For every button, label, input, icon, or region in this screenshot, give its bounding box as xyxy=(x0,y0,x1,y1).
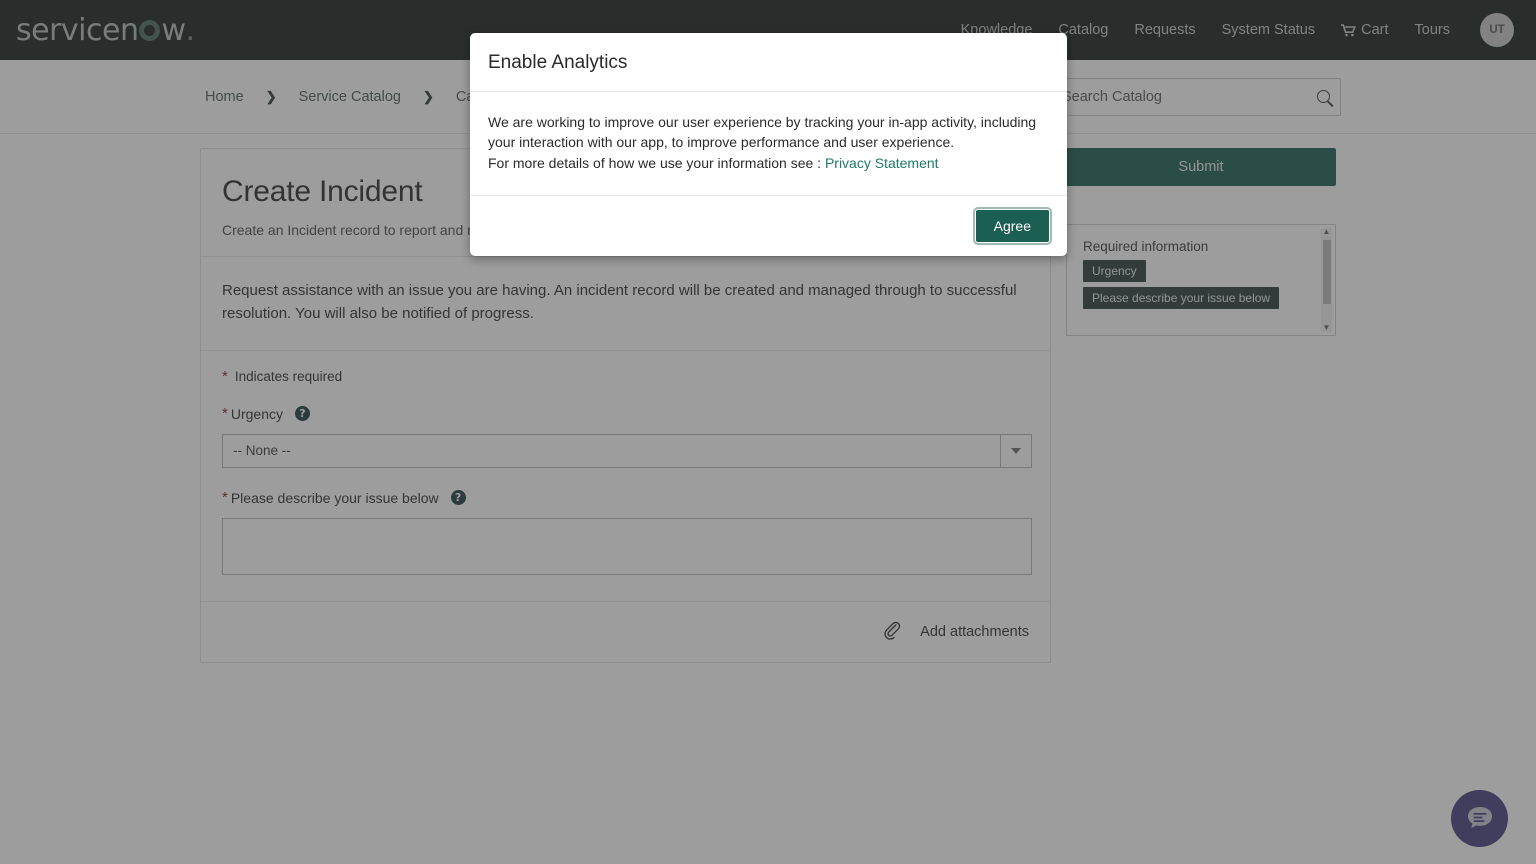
dialog-footer: Agree xyxy=(470,196,1067,256)
enable-analytics-dialog: Enable Analytics We are working to impro… xyxy=(470,33,1067,256)
dialog-body: We are working to improve our user exper… xyxy=(470,92,1067,196)
dialog-title: Enable Analytics xyxy=(488,52,628,73)
dialog-privacy-prefix: For more details of how we use your info… xyxy=(488,154,825,171)
privacy-statement-link[interactable]: Privacy Statement xyxy=(825,155,939,171)
dialog-header: Enable Analytics xyxy=(470,33,1067,92)
agree-button[interactable]: Agree xyxy=(972,206,1053,245)
dialog-privacy-line: For more details of how we use your info… xyxy=(488,153,1049,173)
dialog-body-paragraph: We are working to improve our user exper… xyxy=(488,114,1037,151)
